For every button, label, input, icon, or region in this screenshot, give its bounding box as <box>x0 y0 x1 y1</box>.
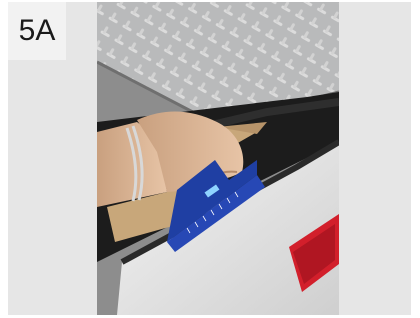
photo <box>97 2 339 315</box>
figure-label: 5A <box>8 2 66 60</box>
